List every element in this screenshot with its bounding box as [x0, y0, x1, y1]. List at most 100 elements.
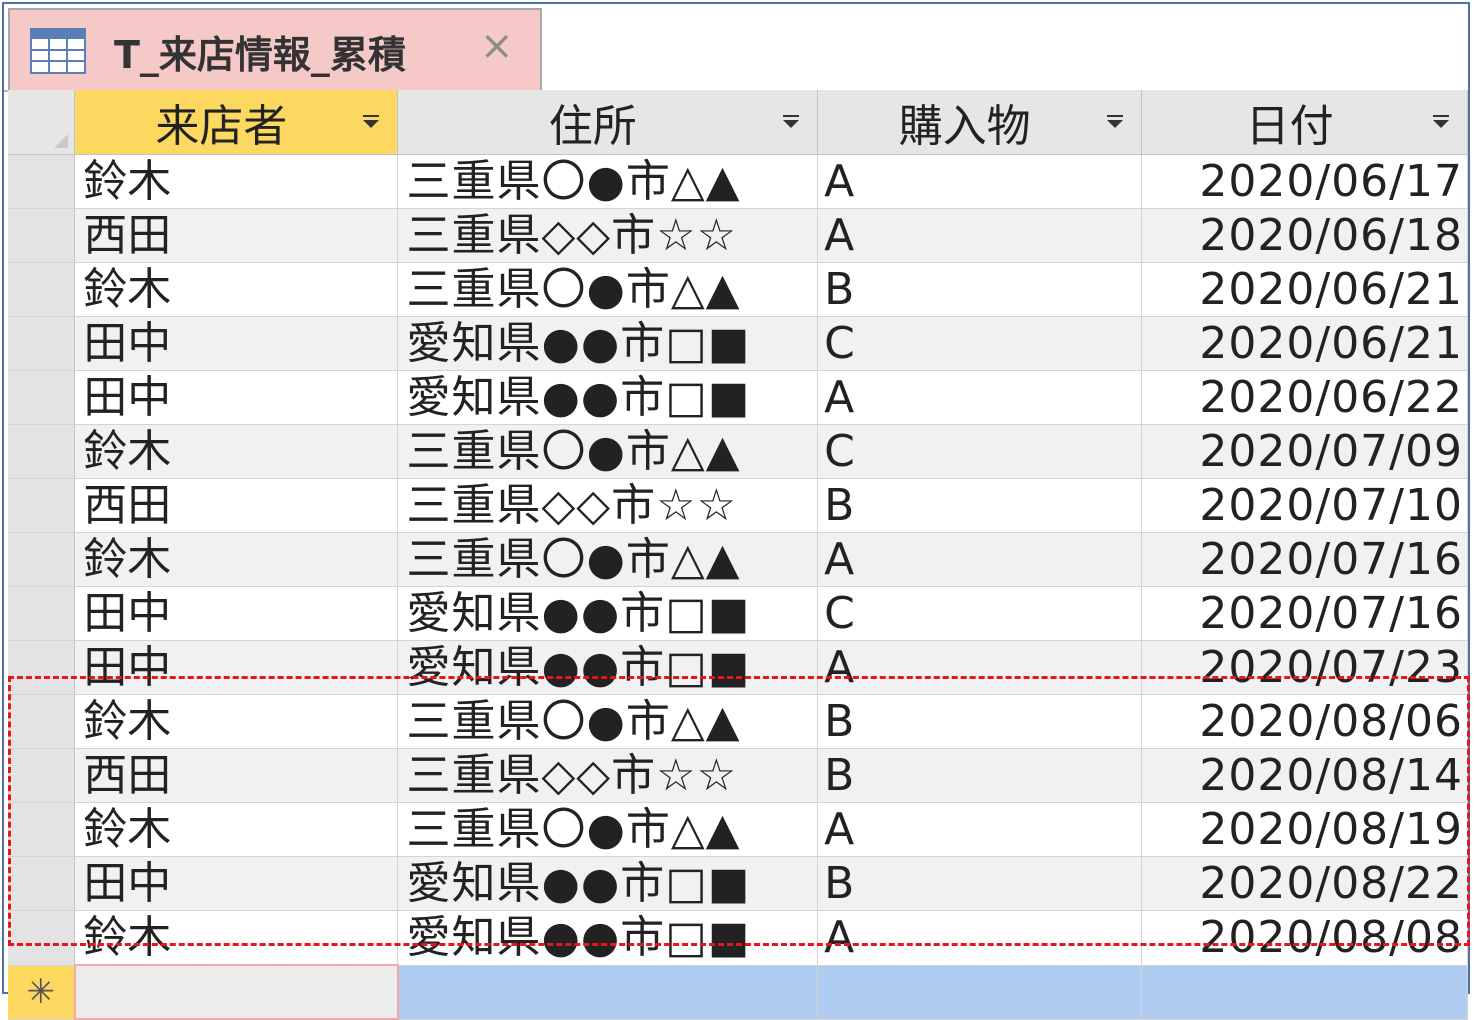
cell-visitor[interactable]: 西田 — [74, 748, 399, 803]
row-selector[interactable] — [8, 694, 76, 749]
column-header-visitor[interactable]: 来店者 — [74, 90, 399, 155]
cell-address[interactable]: 三重県◇◇市☆☆ — [397, 748, 819, 803]
table-row[interactable]: 田中 愛知県●●市□■ A 2020/06/22 — [8, 370, 1468, 425]
row-selector[interactable] — [8, 532, 76, 587]
cell-visitor[interactable]: 鈴木 — [74, 694, 399, 749]
cell-visitor[interactable]: 田中 — [74, 856, 399, 911]
table-row[interactable]: 西田 三重県◇◇市☆☆ B 2020/08/14 — [8, 748, 1468, 803]
cell-address[interactable]: 三重県〇●市△▲ — [397, 694, 819, 749]
cell-purchase[interactable]: A — [817, 154, 1143, 209]
cell-address[interactable]: 三重県〇●市△▲ — [397, 262, 819, 317]
cell-address[interactable]: 愛知県●●市□■ — [397, 586, 819, 641]
row-selector[interactable] — [8, 856, 76, 911]
column-header-date[interactable]: 日付 — [1141, 90, 1468, 155]
cell-address[interactable]: 愛知県●●市□■ — [397, 316, 819, 371]
cell-purchase[interactable]: C — [817, 586, 1143, 641]
cell-date[interactable]: 2020/07/16 — [1141, 532, 1468, 587]
cell-visitor[interactable]: 西田 — [74, 478, 399, 533]
cell-purchase[interactable]: A — [817, 370, 1143, 425]
cell-date[interactable]: 2020/07/16 — [1141, 586, 1468, 641]
row-selector[interactable] — [8, 478, 76, 533]
cell-date[interactable]: 2020/06/22 — [1141, 370, 1468, 425]
column-header-address[interactable]: 住所 — [397, 90, 819, 155]
cell-visitor[interactable]: 鈴木 — [74, 910, 399, 966]
new-record-icon[interactable]: ✳ — [8, 965, 76, 1020]
cell-address[interactable]: 愛知県●●市□■ — [397, 910, 819, 966]
cell-date[interactable]: 2020/08/08 — [1141, 910, 1468, 966]
cell-purchase[interactable]: B — [817, 694, 1143, 749]
column-header-purchase[interactable]: 購入物 — [817, 90, 1143, 155]
cell-visitor[interactable]: 西田 — [74, 208, 399, 263]
cell-address[interactable]: 三重県〇●市△▲ — [397, 802, 819, 857]
cell-visitor[interactable]: 田中 — [74, 640, 399, 695]
cell-address[interactable]: 三重県〇●市△▲ — [397, 154, 819, 209]
row-selector[interactable] — [8, 154, 76, 209]
cell-visitor[interactable]: 鈴木 — [74, 802, 399, 857]
row-selector[interactable] — [8, 424, 76, 479]
cell-visitor[interactable]: 田中 — [74, 370, 399, 425]
cell-purchase[interactable]: C — [817, 316, 1143, 371]
table-row[interactable]: 田中 愛知県●●市□■ C 2020/07/16 — [8, 586, 1468, 641]
table-row[interactable]: 田中 愛知県●●市□■ A 2020/07/23 — [8, 640, 1468, 695]
table-row[interactable]: 西田 三重県◇◇市☆☆ A 2020/06/18 — [8, 208, 1468, 263]
cell-date[interactable]: 2020/06/21 — [1141, 316, 1468, 371]
cell-purchase[interactable]: C — [817, 424, 1143, 479]
cell-address[interactable]: 三重県〇●市△▲ — [397, 532, 819, 587]
cell-purchase[interactable]: B — [817, 262, 1143, 317]
cell-purchase[interactable]: A — [817, 910, 1143, 966]
cell-date[interactable]: 2020/07/10 — [1141, 478, 1468, 533]
row-selector[interactable] — [8, 370, 76, 425]
cell-visitor[interactable]: 鈴木 — [74, 262, 399, 317]
sort-filter-arrow-icon[interactable] — [783, 115, 800, 128]
close-icon[interactable]: × — [480, 22, 514, 70]
cell-purchase[interactable]: B — [817, 748, 1143, 803]
table-row[interactable]: 西田 三重県◇◇市☆☆ B 2020/07/10 — [8, 478, 1468, 533]
table-row[interactable]: 鈴木 三重県〇●市△▲ A 2020/06/17 — [8, 154, 1468, 209]
cell-date[interactable]: 2020/06/21 — [1141, 262, 1468, 317]
cell-visitor[interactable]: 田中 — [74, 586, 399, 641]
new-cell-address[interactable] — [397, 965, 819, 1020]
new-cell-purchase[interactable] — [817, 965, 1143, 1020]
table-row[interactable]: 田中 愛知県●●市□■ B 2020/08/22 — [8, 856, 1468, 911]
cell-address[interactable]: 三重県〇●市△▲ — [397, 424, 819, 479]
cell-visitor[interactable]: 鈴木 — [74, 424, 399, 479]
new-record-row[interactable]: ✳ — [8, 964, 1468, 1020]
cell-address[interactable]: 三重県◇◇市☆☆ — [397, 478, 819, 533]
cell-purchase[interactable]: A — [817, 208, 1143, 263]
table-row[interactable]: 鈴木 三重県〇●市△▲ A 2020/08/19 — [8, 802, 1468, 857]
sort-filter-arrow-icon[interactable] — [1433, 115, 1449, 128]
cell-date[interactable]: 2020/08/14 — [1141, 748, 1468, 803]
cell-purchase[interactable]: B — [817, 478, 1143, 533]
row-selector[interactable] — [8, 316, 76, 371]
table-row[interactable]: 田中 愛知県●●市□■ C 2020/06/21 — [8, 316, 1468, 371]
cell-visitor[interactable]: 鈴木 — [74, 532, 399, 587]
cell-date[interactable]: 2020/07/23 — [1141, 640, 1468, 695]
cell-visitor[interactable]: 田中 — [74, 316, 399, 371]
cell-date[interactable]: 2020/08/19 — [1141, 802, 1468, 857]
cell-visitor[interactable]: 鈴木 — [74, 154, 399, 209]
cell-purchase[interactable]: A — [817, 640, 1143, 695]
table-row[interactable]: 鈴木 三重県〇●市△▲ C 2020/07/09 — [8, 424, 1468, 479]
row-selector[interactable] — [8, 910, 76, 966]
row-selector[interactable] — [8, 802, 76, 857]
row-selector[interactable] — [8, 586, 76, 641]
cell-purchase[interactable]: A — [817, 532, 1143, 587]
cell-address[interactable]: 愛知県●●市□■ — [397, 856, 819, 911]
cell-address[interactable]: 愛知県●●市□■ — [397, 640, 819, 695]
cell-date[interactable]: 2020/06/17 — [1141, 154, 1468, 209]
select-all-corner[interactable] — [8, 90, 76, 155]
row-selector[interactable] — [8, 748, 76, 803]
table-row[interactable]: 鈴木 三重県〇●市△▲ A 2020/07/16 — [8, 532, 1468, 587]
cell-address[interactable]: 愛知県●●市□■ — [397, 370, 819, 425]
table-row[interactable]: 鈴木 三重県〇●市△▲ B 2020/08/06 — [8, 694, 1468, 749]
new-cell-date[interactable] — [1141, 965, 1468, 1020]
cell-date[interactable]: 2020/08/06 — [1141, 694, 1468, 749]
cell-date[interactable]: 2020/06/18 — [1141, 208, 1468, 263]
cell-purchase[interactable]: B — [817, 856, 1143, 911]
new-cell-visitor[interactable] — [73, 964, 399, 1020]
cell-address[interactable]: 三重県◇◇市☆☆ — [397, 208, 819, 263]
sort-filter-arrow-icon[interactable] — [363, 115, 380, 128]
row-selector[interactable] — [8, 262, 76, 317]
sort-filter-arrow-icon[interactable] — [1107, 115, 1124, 128]
cell-date[interactable]: 2020/07/09 — [1141, 424, 1468, 479]
